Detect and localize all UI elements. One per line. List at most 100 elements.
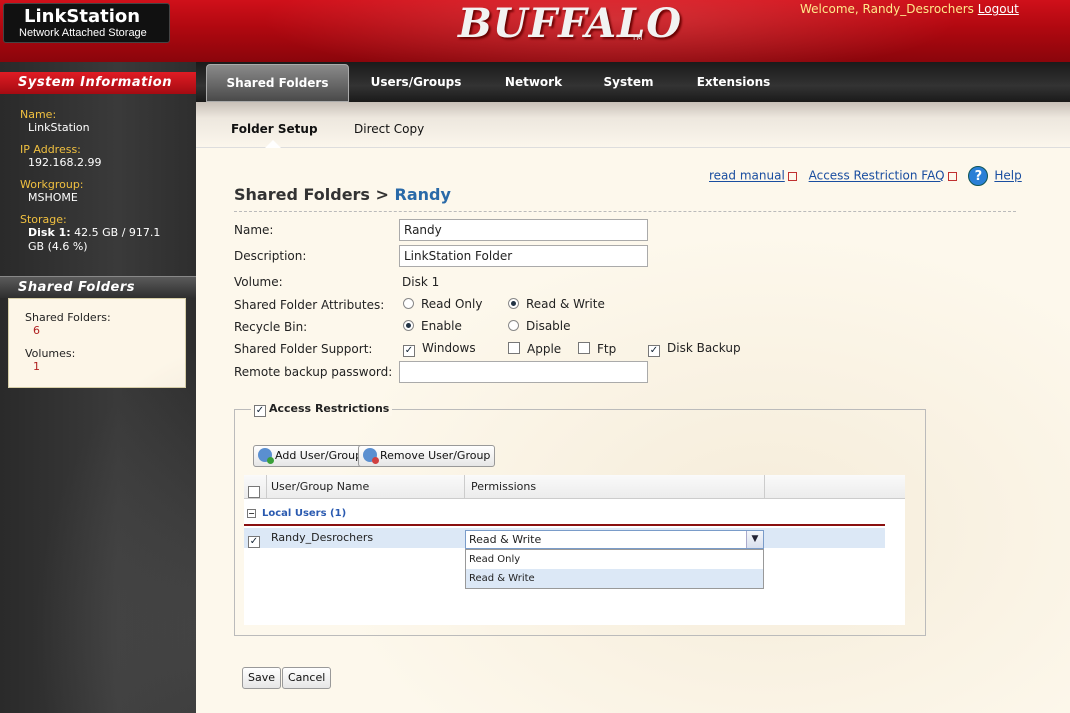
product-subtitle: Network Attached Storage bbox=[19, 27, 147, 39]
checkbox-checked[interactable]: ✓ bbox=[248, 536, 260, 548]
select-all-cell bbox=[244, 475, 267, 499]
checkbox-checked[interactable]: ✓ bbox=[403, 345, 415, 357]
select-all-checkbox[interactable] bbox=[248, 481, 267, 505]
group-label: Local Users (1) bbox=[262, 508, 347, 519]
volume-label: Volume: bbox=[234, 275, 283, 289]
access-restrictions-checkbox[interactable]: ✓ bbox=[254, 401, 269, 417]
workgroup-label: Workgroup: bbox=[20, 178, 84, 191]
group-local-users[interactable]: − Local Users (1) bbox=[244, 508, 885, 526]
support-disk-backup-checkbox[interactable]: ✓ Disk Backup bbox=[648, 341, 741, 357]
name-field-label: Name: bbox=[234, 223, 274, 237]
recycle-enable-label: Enable bbox=[421, 319, 462, 333]
read-manual-link[interactable]: read manual bbox=[709, 169, 785, 183]
main-content: read manual Access Restriction FAQ ? Help… bbox=[196, 148, 1070, 713]
remove-user-group-button[interactable]: Remove User/Group bbox=[358, 445, 496, 467]
recycle-enable-radio[interactable]: Enable bbox=[403, 319, 462, 333]
recycle-disable-radio[interactable]: Disable bbox=[508, 319, 571, 333]
recycle-disable-label: Disable bbox=[526, 319, 571, 333]
subtab-direct-copy[interactable]: Direct Copy bbox=[354, 122, 424, 136]
system-info-panel: Name: LinkStation IP Address: 192.168.2.… bbox=[20, 108, 160, 254]
tab-extensions[interactable]: Extensions bbox=[691, 62, 776, 102]
welcome-area: Welcome, Randy_Desrochers Logout bbox=[800, 2, 1019, 16]
tab-system[interactable]: System bbox=[596, 62, 661, 102]
header-banner: LinkStation Network Attached Storage BUF… bbox=[0, 0, 1070, 62]
storage-usage-2: GB (4.6 %) bbox=[28, 240, 88, 253]
brand-trademark: TM bbox=[632, 34, 643, 42]
checkbox[interactable] bbox=[578, 342, 590, 354]
remote-password-input[interactable] bbox=[399, 361, 648, 383]
ip-value: 192.168.2.99 bbox=[28, 156, 102, 169]
external-link-icon bbox=[787, 171, 797, 181]
permission-value: Read & Write bbox=[469, 533, 542, 546]
storage-usage: 42.5 GB / 917.1 bbox=[74, 226, 161, 239]
buffalo-logo: BUFFALO bbox=[458, 0, 683, 47]
permission-dropdown: Read Only Read & Write bbox=[465, 549, 764, 589]
sidebar: System Information Name: LinkStation IP … bbox=[0, 62, 200, 713]
radio-circle[interactable] bbox=[508, 320, 519, 331]
chevron-down-icon[interactable]: ▼ bbox=[746, 531, 763, 548]
add-user-icon bbox=[258, 448, 274, 464]
cancel-button[interactable]: Cancel bbox=[282, 667, 332, 689]
main-tabs: Shared Folders Users/Groups Network Syst… bbox=[196, 62, 1070, 102]
col-permissions[interactable]: Permissions bbox=[465, 475, 765, 499]
remove-user-icon bbox=[363, 448, 379, 464]
storage-label: Storage: bbox=[20, 213, 67, 226]
grid-header: User/Group Name Permissions bbox=[244, 475, 905, 499]
storage-disk-label: Disk 1: bbox=[28, 226, 71, 239]
support-label: Shared Folder Support: bbox=[234, 342, 373, 356]
sub-tabs: Folder Setup Direct Copy bbox=[196, 102, 1070, 148]
welcome-text: Welcome, Randy_Desrochers bbox=[800, 2, 974, 16]
subtab-folder-setup[interactable]: Folder Setup bbox=[231, 122, 318, 136]
logout-link[interactable]: Logout bbox=[978, 2, 1019, 16]
radio-circle-selected[interactable] bbox=[508, 298, 519, 309]
support-apple-checkbox[interactable]: Apple bbox=[508, 341, 561, 356]
workgroup-value: MSHOME bbox=[28, 191, 78, 204]
checkbox[interactable] bbox=[508, 342, 520, 354]
help-icon[interactable]: ? bbox=[968, 166, 989, 186]
add-user-group-button[interactable]: Add User/Group bbox=[253, 445, 368, 467]
access-restrictions-legend: ✓ Access Restrictions bbox=[251, 401, 393, 417]
collapse-icon[interactable]: − bbox=[247, 509, 256, 518]
col-user-group-name[interactable]: User/Group Name bbox=[267, 475, 465, 499]
radio-circle[interactable] bbox=[403, 298, 414, 309]
breadcrumb-parent: Shared Folders > bbox=[234, 185, 389, 204]
title-divider bbox=[234, 211, 1016, 212]
attr-read-write-radio[interactable]: Read & Write bbox=[508, 297, 605, 311]
checkbox-checked[interactable]: ✓ bbox=[648, 345, 660, 357]
support-windows-checkbox[interactable]: ✓ Windows bbox=[403, 341, 476, 357]
tab-network[interactable]: Network bbox=[496, 62, 571, 102]
shared-folders-header: Shared Folders bbox=[0, 276, 200, 298]
attr-read-only-radio[interactable]: Read Only bbox=[403, 297, 482, 311]
support-disk-backup-label: Disk Backup bbox=[667, 341, 741, 355]
description-input[interactable]: LinkStation Folder bbox=[399, 245, 648, 267]
remove-user-group-label: Remove User/Group bbox=[380, 449, 491, 462]
linkstation-logo: LinkStation Network Attached Storage bbox=[3, 3, 170, 43]
recycle-bin-label: Recycle Bin: bbox=[234, 320, 308, 334]
row-checkbox[interactable]: ✓ bbox=[248, 532, 267, 548]
breadcrumb-current: Randy bbox=[394, 185, 451, 204]
tab-shared-folders[interactable]: Shared Folders bbox=[206, 64, 349, 102]
row-user-name: Randy_Desrochers bbox=[271, 531, 374, 544]
option-read-write[interactable]: Read & Write bbox=[466, 569, 763, 588]
system-info-header: System Information bbox=[0, 72, 200, 94]
option-read-only[interactable]: Read Only bbox=[466, 550, 763, 569]
tab-users-groups[interactable]: Users/Groups bbox=[361, 62, 471, 102]
help-links: read manual Access Restriction FAQ ? Help bbox=[709, 166, 1022, 186]
volumes-label: Volumes: bbox=[25, 347, 76, 360]
shared-folders-panel: Shared Folders: 6 Volumes: 1 bbox=[8, 298, 186, 388]
permission-select[interactable]: Read & Write ▼ bbox=[465, 530, 764, 549]
support-ftp-checkbox[interactable]: Ftp bbox=[578, 341, 616, 356]
name-value: LinkStation bbox=[28, 121, 90, 134]
checkbox-checked[interactable]: ✓ bbox=[254, 405, 266, 417]
volume-value: Disk 1 bbox=[402, 275, 440, 289]
save-button[interactable]: Save bbox=[242, 667, 282, 689]
faq-link[interactable]: Access Restriction FAQ bbox=[809, 169, 945, 183]
remote-password-label: Remote backup password: bbox=[234, 365, 393, 379]
name-input[interactable]: Randy bbox=[399, 219, 648, 241]
checkbox[interactable] bbox=[248, 486, 260, 498]
attr-read-write-label: Read & Write bbox=[526, 297, 605, 311]
ip-label: IP Address: bbox=[20, 143, 81, 156]
help-link[interactable]: Help bbox=[994, 169, 1021, 183]
description-field-label: Description: bbox=[234, 249, 307, 263]
radio-circle-selected[interactable] bbox=[403, 320, 414, 331]
